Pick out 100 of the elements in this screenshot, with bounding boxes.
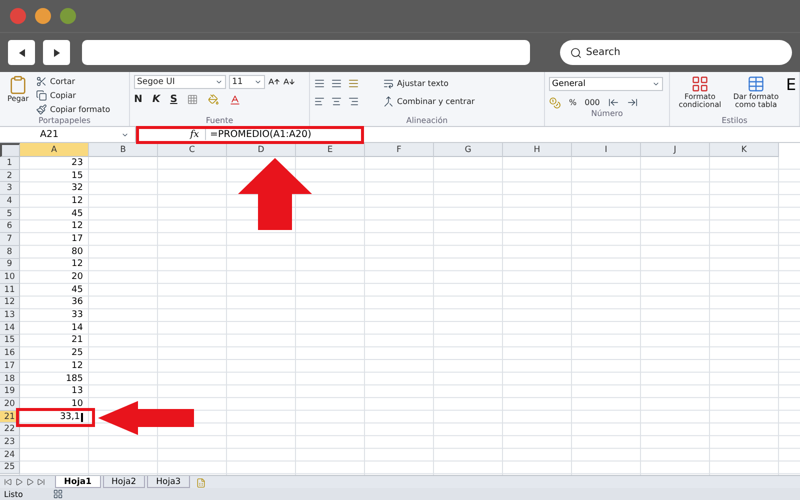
row-header[interactable]: 17 bbox=[0, 360, 20, 373]
table-cell: 15 bbox=[72, 172, 83, 181]
row-header[interactable]: 6 bbox=[0, 220, 20, 234]
number-format-select[interactable]: General bbox=[549, 77, 663, 91]
row-header[interactable]: 24 bbox=[0, 448, 20, 462]
table-cell: 20 bbox=[72, 273, 83, 282]
underline-button[interactable]: S bbox=[170, 94, 178, 105]
thousands-button[interactable]: 000 bbox=[584, 98, 600, 107]
column-header[interactable]: B bbox=[89, 143, 158, 157]
align-right-icon bbox=[348, 96, 359, 107]
row-header[interactable]: 19 bbox=[0, 385, 20, 398]
formula-field[interactable]: =PROMEDIO(A1:A20) bbox=[206, 129, 312, 140]
table-cell: 45 bbox=[72, 210, 83, 219]
font-size-select[interactable]: 11 bbox=[229, 74, 265, 88]
scissors-icon bbox=[36, 76, 47, 87]
function-label[interactable]: fx bbox=[136, 129, 206, 140]
paintbrush-icon bbox=[36, 104, 47, 115]
row-header[interactable]: 16 bbox=[0, 347, 20, 360]
grow-font-icon bbox=[268, 76, 280, 88]
new-sheet-icon bbox=[196, 478, 206, 488]
row-header[interactable]: 4 bbox=[0, 195, 20, 208]
column-header[interactable]: H bbox=[503, 143, 572, 157]
table-cell: 25 bbox=[72, 349, 83, 358]
clipboard-button[interactable]: Copiar formato bbox=[36, 103, 110, 116]
maximize-button[interactable] bbox=[60, 8, 76, 24]
minimize-button[interactable] bbox=[35, 8, 51, 24]
last-sheet-icon bbox=[37, 478, 45, 486]
sheet-tab[interactable]: Hoja1 bbox=[55, 476, 101, 488]
table-cell: 185 bbox=[66, 374, 83, 384]
table-cell: 80 bbox=[72, 248, 83, 257]
arrow-icon bbox=[98, 401, 194, 435]
row-header[interactable]: 18 bbox=[0, 372, 20, 386]
table-cell: 36 bbox=[72, 298, 83, 308]
column-header[interactable]: I bbox=[572, 143, 641, 157]
back-icon bbox=[16, 48, 26, 58]
copy-icon bbox=[36, 90, 47, 101]
forward-button[interactable] bbox=[43, 40, 70, 65]
row-header[interactable]: 20 bbox=[0, 398, 20, 411]
search-field[interactable]: Search bbox=[560, 40, 792, 65]
row-header[interactable]: 2 bbox=[0, 170, 20, 182]
row-header[interactable]: 12 bbox=[0, 296, 20, 310]
clipboard-button[interactable]: Copiar bbox=[36, 89, 76, 102]
merge-icon bbox=[383, 96, 394, 107]
ribbon-text: E bbox=[786, 75, 796, 96]
column-header[interactable]: D bbox=[227, 143, 296, 157]
table-cell: 23 bbox=[72, 158, 83, 168]
row-header[interactable]: 14 bbox=[0, 322, 20, 335]
table-cell: 33 bbox=[72, 311, 83, 320]
align-center-icon bbox=[331, 96, 342, 107]
row-header[interactable]: 8 bbox=[0, 246, 20, 258]
row-header[interactable]: 9 bbox=[0, 258, 20, 272]
column-header[interactable]: A bbox=[20, 143, 89, 157]
table-cell: 33,1 bbox=[60, 412, 83, 422]
row-header[interactable]: 3 bbox=[0, 182, 20, 196]
column-header[interactable]: F bbox=[365, 143, 434, 157]
merge-button[interactable]: Combinar y centrar bbox=[383, 95, 475, 108]
sheet-tab[interactable]: Hoja3 bbox=[147, 476, 190, 488]
row-header[interactable]: 11 bbox=[0, 284, 20, 297]
sheet-tab[interactable]: Hoja2 bbox=[102, 476, 146, 488]
table-cell: 17 bbox=[72, 234, 83, 244]
wrap-text-icon bbox=[383, 78, 394, 89]
table-cell: 12 bbox=[72, 362, 83, 371]
row-header[interactable]: 5 bbox=[0, 208, 20, 220]
row-header[interactable]: 1 bbox=[0, 157, 20, 170]
select-all-button[interactable] bbox=[0, 143, 20, 157]
column-header[interactable]: J bbox=[641, 143, 710, 157]
row-header[interactable]: 22 bbox=[0, 423, 20, 436]
column-header[interactable]: K bbox=[710, 143, 779, 157]
status-text: Listo bbox=[4, 490, 23, 498]
row-header[interactable]: 15 bbox=[0, 334, 20, 348]
clipboard-button[interactable]: Cortar bbox=[36, 75, 76, 88]
table-cell: 14 bbox=[72, 324, 83, 333]
percent-button[interactable]: % bbox=[569, 98, 577, 107]
table-cell: 10 bbox=[72, 400, 83, 409]
table-cell: 12 bbox=[72, 260, 83, 270]
column-header[interactable]: E bbox=[296, 143, 365, 157]
row-header[interactable]: 25 bbox=[0, 462, 20, 474]
align-left-icon bbox=[314, 96, 325, 107]
wrap-text-button[interactable]: Ajustar texto bbox=[383, 77, 475, 90]
table-cell: 45 bbox=[72, 286, 83, 295]
group-label: Número bbox=[590, 109, 624, 119]
forward-icon bbox=[52, 48, 62, 58]
table-cell: 32 bbox=[72, 184, 83, 194]
row-header[interactable]: 7 bbox=[0, 233, 20, 246]
italic-button[interactable]: K bbox=[152, 94, 160, 105]
column-header[interactable]: C bbox=[158, 143, 227, 157]
row-header[interactable]: 23 bbox=[0, 436, 20, 449]
bold-button[interactable]: N bbox=[134, 94, 142, 105]
table-cell: 13 bbox=[72, 387, 83, 396]
column-header[interactable]: G bbox=[434, 143, 503, 157]
back-button[interactable] bbox=[8, 40, 35, 65]
row-header[interactable]: 13 bbox=[0, 309, 20, 322]
name-box[interactable]: A21 bbox=[0, 127, 136, 142]
align-middle-icon bbox=[331, 78, 342, 89]
row-header[interactable]: 10 bbox=[0, 271, 20, 284]
font-select[interactable]: Segoe UI bbox=[134, 74, 226, 88]
table-cell: 12 bbox=[72, 196, 83, 206]
arrow-icon bbox=[238, 158, 312, 230]
close-button[interactable] bbox=[10, 8, 26, 24]
address-field[interactable] bbox=[82, 40, 530, 65]
